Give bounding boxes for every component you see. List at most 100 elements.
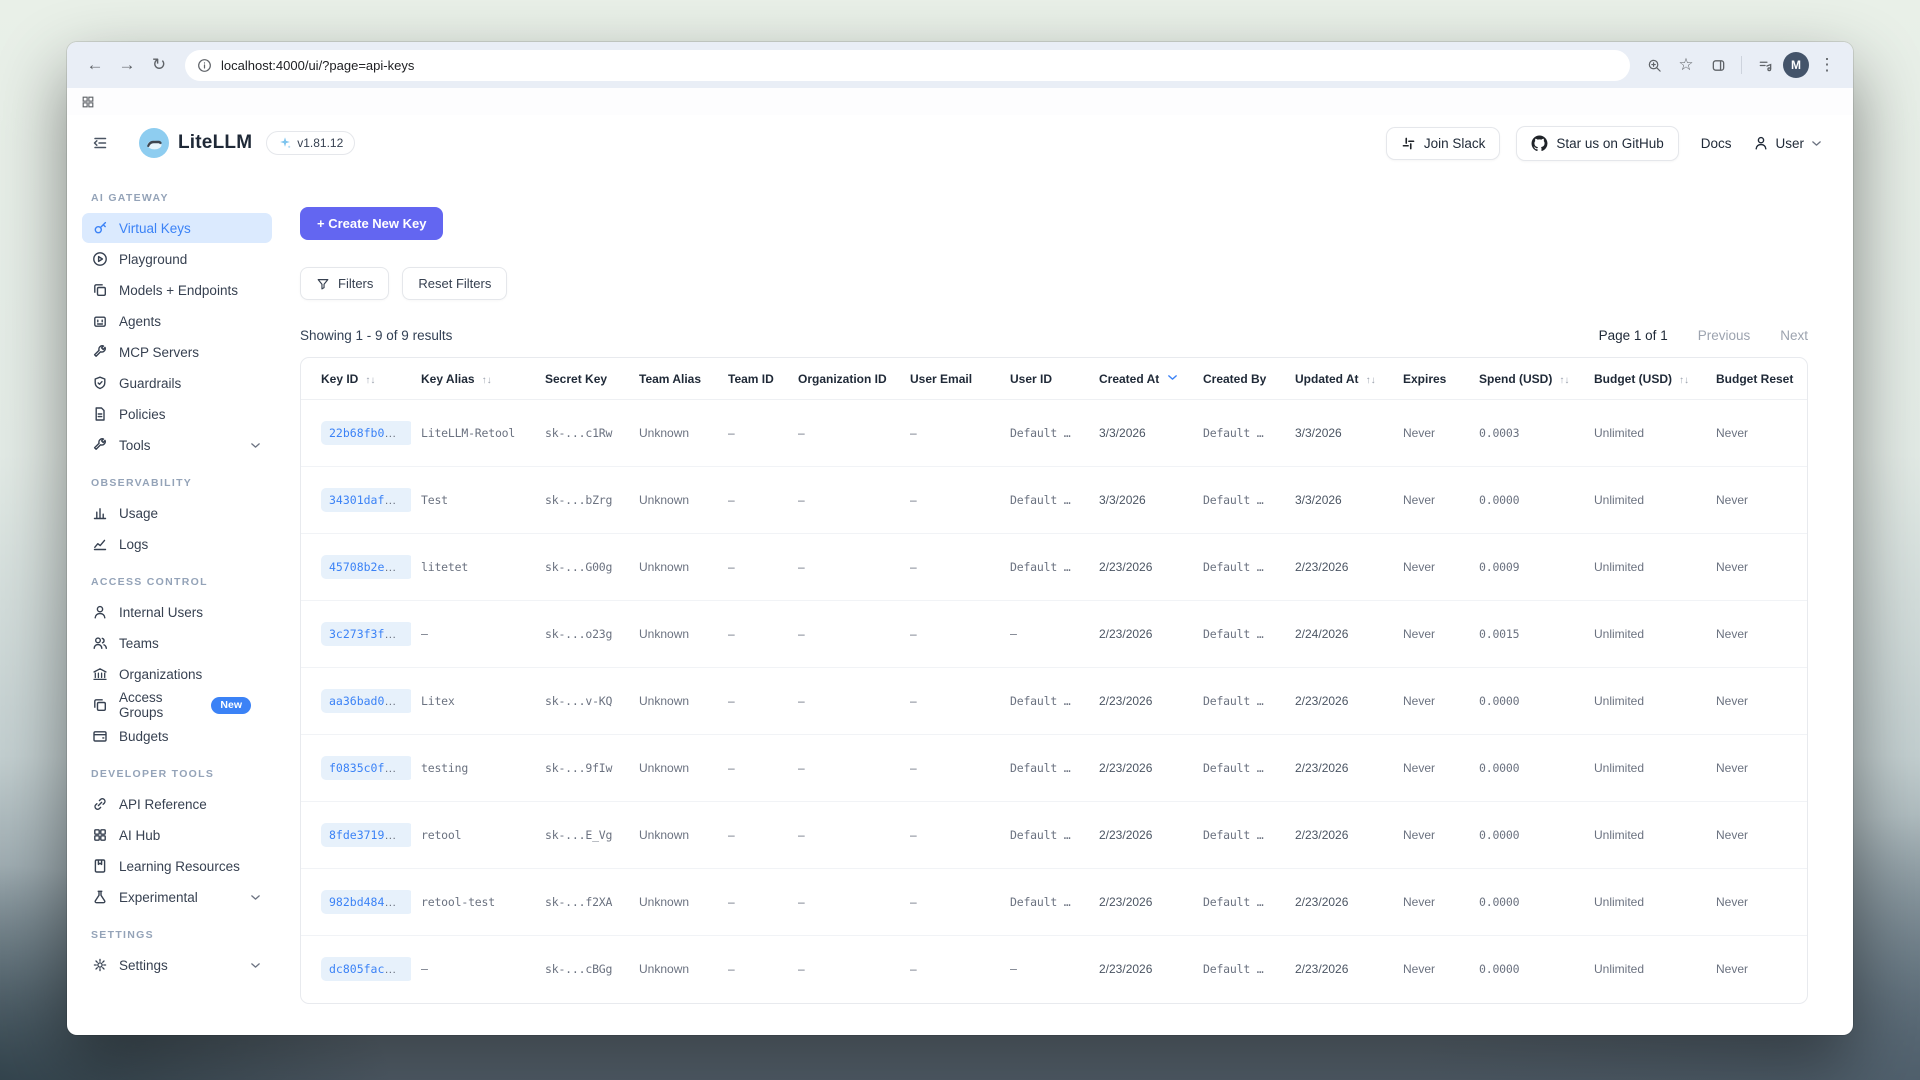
sidebar-item-label: Internal Users	[119, 605, 203, 620]
cell-organization-id: –	[788, 802, 900, 869]
sidebar-item-agents[interactable]: Agents	[82, 306, 272, 336]
next-page-button[interactable]: Next	[1780, 328, 1808, 343]
column-header-created-at[interactable]: Created At	[1089, 358, 1193, 400]
cell-team-id: –	[718, 534, 788, 601]
sidebar-item-organizations[interactable]: Organizations	[82, 659, 272, 689]
sidebar-item-models-endpoints[interactable]: Models + Endpoints	[82, 275, 272, 305]
filters-button[interactable]: Filters	[300, 267, 389, 300]
key-id-link[interactable]: f0835c0f8d…	[321, 756, 411, 780]
key-id-link[interactable]: 982bd484c7…	[321, 890, 411, 914]
header-actions: Join Slack Star us on GitHub Docs User	[1386, 126, 1823, 161]
browser-forward-button[interactable]: →	[111, 49, 143, 81]
sidebar-item-ai-hub[interactable]: AI Hub	[82, 820, 272, 850]
sidebar-item-access-groups[interactable]: Access Groups New	[82, 690, 272, 720]
sidebar-section-title: Access Control	[91, 576, 300, 588]
table-row[interactable]: 45708b2ee4…litetetsk-...G00gUnknown–––De…	[301, 534, 1808, 601]
column-header-user-email: User Email	[900, 358, 1000, 400]
key-id-link[interactable]: aa36bad046…	[321, 689, 411, 713]
sidebar-item-label: Logs	[119, 537, 148, 552]
key-id-link[interactable]: 34301daf9f…	[321, 488, 411, 512]
sidebar-collapse-icon[interactable]	[85, 128, 115, 158]
cell-spend: 0.0000	[1469, 668, 1584, 735]
app-body: AI Gateway Virtual Keys Playground Model…	[67, 171, 1853, 1035]
column-header-spend-usd-[interactable]: Spend (USD)↑↓	[1469, 358, 1584, 400]
cell-created-at: 2/23/2026	[1089, 869, 1193, 936]
cell-key-id: aa36bad046…	[301, 668, 411, 735]
cell-user-id: Default …	[1000, 735, 1089, 802]
sidebar-item-logs[interactable]: Logs	[82, 529, 272, 559]
sidebar-item-internal-users[interactable]: Internal Users	[82, 597, 272, 627]
sort-icon: ↑↓	[1679, 375, 1689, 386]
cell-created-by: Default …	[1193, 735, 1285, 802]
cell-updated-at: 2/23/2026	[1285, 668, 1393, 735]
cell-spend: 0.0009	[1469, 534, 1584, 601]
star-github-button[interactable]: Star us on GitHub	[1516, 126, 1678, 161]
browser-profile-avatar[interactable]: M	[1783, 52, 1809, 78]
column-header-updated-at[interactable]: Updated At↑↓	[1285, 358, 1393, 400]
reset-filters-button[interactable]: Reset Filters	[402, 267, 507, 300]
site-info-icon[interactable]	[197, 58, 212, 73]
key-id-link[interactable]: 45708b2ee4…	[321, 555, 411, 579]
table-header-row: Key ID↑↓Key Alias↑↓Secret KeyTeam AliasT…	[301, 358, 1808, 400]
table-row[interactable]: 8fde3719d8…retoolsk-...E_VgUnknown–––Def…	[301, 802, 1808, 869]
tab-groups-icon[interactable]	[81, 95, 95, 109]
key-id-link[interactable]: 22b68fb0f0…	[321, 421, 411, 445]
gear-icon	[92, 957, 108, 973]
previous-page-button[interactable]: Previous	[1698, 328, 1751, 343]
key-id-link[interactable]: 3c273f3f9b…	[321, 622, 411, 646]
sidebar-item-policies[interactable]: Policies	[82, 399, 272, 429]
docs-link[interactable]: Docs	[1701, 136, 1732, 151]
main-content: + Create New Key Filters Reset Filters S…	[300, 171, 1853, 1035]
cell-budget-reset: Never	[1706, 735, 1808, 802]
side-panel-icon[interactable]	[1704, 51, 1732, 79]
cell-team-alias: Unknown	[629, 668, 718, 735]
key-id-link[interactable]: 8fde3719d8…	[321, 823, 411, 847]
zoom-icon[interactable]	[1640, 51, 1668, 79]
browser-reload-button[interactable]: ↻	[143, 49, 175, 81]
sidebar-item-teams[interactable]: Teams	[82, 628, 272, 658]
create-new-key-button[interactable]: + Create New Key	[300, 207, 443, 240]
cell-created-by: Default …	[1193, 802, 1285, 869]
sidebar-item-api-reference[interactable]: API Reference	[82, 789, 272, 819]
user-menu[interactable]: User	[1753, 135, 1823, 151]
sidebar-item-guardrails[interactable]: Guardrails	[82, 368, 272, 398]
cell-budget: Unlimited	[1584, 534, 1706, 601]
table-row[interactable]: 34301daf9f…Testsk-...bZrgUnknown–––Defau…	[301, 467, 1808, 534]
bookmark-star-icon[interactable]: ☆	[1672, 51, 1700, 79]
sidebar-item-mcp-servers[interactable]: MCP Servers	[82, 337, 272, 367]
cell-user-email: –	[900, 400, 1000, 467]
column-header-key-id[interactable]: Key ID↑↓	[301, 358, 411, 400]
cell-spend: 0.0000	[1469, 735, 1584, 802]
table-row[interactable]: aa36bad046…Litexsk-...v-KQUnknown–––Defa…	[301, 668, 1808, 735]
table-row[interactable]: 982bd484c7…retool-testsk-...f2XAUnknown–…	[301, 869, 1808, 936]
sidebar-item-tools[interactable]: Tools	[82, 430, 272, 460]
sidebar-item-experimental[interactable]: Experimental	[82, 882, 272, 912]
copy-icon	[92, 697, 108, 713]
sort-icon: ↑↓	[1366, 375, 1376, 386]
table-row[interactable]: 22b68fb0f0…LiteLLM-Retoolsk-...c1RwUnkno…	[301, 400, 1808, 467]
join-slack-button[interactable]: Join Slack	[1386, 127, 1501, 160]
cell-team-id: –	[718, 936, 788, 1003]
table-row[interactable]: dc805fac7d…–sk-...cBGgUnknown––––2/23/20…	[301, 936, 1808, 1003]
address-bar[interactable]: localhost:4000/ui/?page=api-keys	[185, 50, 1630, 81]
cell-budget: Unlimited	[1584, 802, 1706, 869]
browser-menu-icon[interactable]: ⋮	[1813, 51, 1841, 79]
cell-budget: Unlimited	[1584, 400, 1706, 467]
column-header-budget-usd-[interactable]: Budget (USD)↑↓	[1584, 358, 1706, 400]
sidebar-item-settings[interactable]: Settings	[82, 950, 272, 980]
sidebar-item-learning-resources[interactable]: Learning Resources	[82, 851, 272, 881]
sidebar-item-budgets[interactable]: Budgets	[82, 721, 272, 751]
sidebar-item-playground[interactable]: Playground	[82, 244, 272, 274]
sidebar-item-usage[interactable]: Usage	[82, 498, 272, 528]
sidebar-item-virtual-keys[interactable]: Virtual Keys	[82, 213, 272, 243]
chevron-down-icon	[1810, 137, 1823, 150]
shield-icon	[92, 375, 108, 391]
browser-back-button[interactable]: ←	[79, 49, 111, 81]
key-id-link[interactable]: dc805fac7d…	[321, 957, 411, 981]
table-row[interactable]: 3c273f3f9b…–sk-...o23gUnknown––––2/23/20…	[301, 601, 1808, 668]
column-header-key-alias[interactable]: Key Alias↑↓	[411, 358, 535, 400]
reset-filters-label: Reset Filters	[418, 276, 491, 291]
cell-expires: Never	[1393, 869, 1469, 936]
table-row[interactable]: f0835c0f8d…testingsk-...9fIwUnknown–––De…	[301, 735, 1808, 802]
reading-list-icon[interactable]	[1751, 51, 1779, 79]
